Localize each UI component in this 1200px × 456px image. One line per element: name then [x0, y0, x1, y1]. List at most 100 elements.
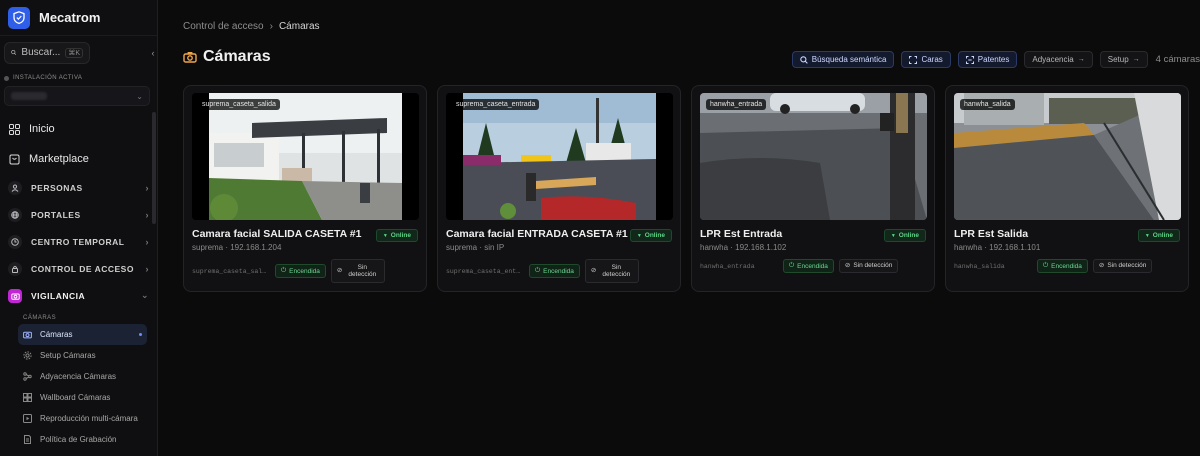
sidebar-item-politica-grabacion[interactable]: Política de Grabación — [18, 429, 147, 450]
sidebar-item-label: Política de Grabación — [40, 435, 117, 444]
camera-id: hanwha_entrada — [700, 262, 755, 270]
detection-toggle[interactable]: ⊘ Sin detección — [330, 259, 386, 283]
setup-label: Setup — [1107, 55, 1129, 64]
play-icon — [23, 414, 32, 423]
sidebar-item-adyacencia[interactable]: Adyacencia Cámaras — [18, 366, 147, 387]
sidebar-item-reproduccion[interactable]: Reproducción multi-cámara — [18, 408, 147, 429]
breadcrumb: Control de acceso › Cámaras — [183, 21, 320, 32]
semantic-search-button[interactable]: Búsqueda semántica — [791, 51, 895, 68]
arrow-right-icon: → — [1132, 56, 1140, 63]
setup-button[interactable]: Setup → — [1099, 51, 1148, 68]
sidebar-item-label: Setup Cámaras — [40, 351, 96, 360]
shield-logo-icon — [8, 6, 30, 29]
detection-toggle[interactable]: ⊘ Sin detección — [1092, 259, 1153, 273]
power-icon: ⏻ — [535, 267, 541, 274]
camera-subtitle: suprema · 192.168.1.204 — [192, 243, 282, 252]
installation-label-row: INSTALACIÓN ACTIVA — [0, 69, 157, 83]
adjacency-button[interactable]: Adyacencia → — [1024, 51, 1093, 68]
camera-card[interactable]: hanwha_entrada LPR Est Entrada hanwha · … — [691, 85, 935, 292]
status-label: Online — [390, 232, 411, 239]
camera-icon — [8, 288, 22, 303]
breadcrumb-parent[interactable]: Control de acceso — [183, 21, 264, 32]
nav-group-personas[interactable]: PERSONAS › — [0, 174, 157, 201]
search-icon — [11, 50, 17, 56]
nav-item-inicio[interactable]: Inicio — [0, 114, 157, 144]
grid-icon — [8, 123, 20, 135]
faces-label: Caras — [921, 55, 943, 64]
status-label: Online — [1152, 232, 1173, 239]
installation-value-redacted — [11, 92, 47, 100]
card-footer: suprema_caseta_sal... ⏻ Encendida ⊘ Sin de… — [192, 259, 418, 283]
camera-preview[interactable]: hanwha_salida — [954, 93, 1181, 220]
search-input[interactable]: Buscar... ⌘K — [4, 41, 90, 64]
card-footer: hanwha_salida ⏻ Encendida ⊘ Sin detección — [954, 259, 1180, 273]
sidebar-item-setup-camaras[interactable]: Setup Cámaras — [18, 345, 147, 366]
camera-subtitle: hanwha · 192.168.1.102 — [700, 243, 787, 252]
card-footer: suprema_caseta_entr... ⏻ Encendida ⊘ Sin d… — [446, 259, 672, 283]
nav-group-label: CONTROL DE ACCESO — [31, 263, 134, 274]
chevron-right-icon: › — [145, 236, 149, 247]
section-label: CÁMARAS — [23, 315, 57, 321]
nav-group-centro-temporal[interactable]: CENTRO TEMPORAL › — [0, 228, 157, 255]
detection-toggle[interactable]: ⊘ Sin detección — [838, 259, 899, 273]
sidebar-scrollbar[interactable] — [152, 112, 156, 224]
power-label: Encendida — [543, 267, 574, 275]
nav-group-label: PERSONAS — [31, 182, 83, 193]
nav-group-vigilancia[interactable]: VIGILANCIA ⌄ — [0, 282, 157, 309]
sidebar-item-label: Wallboard Cámaras — [40, 393, 111, 402]
nav-group-label: CENTRO TEMPORAL — [31, 236, 125, 247]
scan-plate-icon — [965, 55, 974, 64]
power-label: Encendida — [289, 267, 320, 275]
sidebar: Mecatrom Buscar... ⌘K ‹ INSTALACIÓN ACTI… — [0, 0, 158, 456]
users-icon — [8, 180, 22, 195]
camera-tag: suprema_caseta_salida — [198, 99, 280, 110]
sidebar-item-label: Reproducción multi-cámara — [40, 414, 138, 423]
search-icon — [800, 55, 808, 64]
chevron-down-icon: ⌄ — [140, 290, 149, 300]
installation-label: INSTALACIÓN ACTIVA — [13, 75, 83, 81]
search-shortcut: ⌘K — [65, 47, 83, 58]
sidebar-item-wallboard[interactable]: Wallboard Cámaras — [18, 387, 147, 408]
faces-button[interactable]: Caras — [901, 51, 951, 68]
nav-group-control-acceso[interactable]: CONTROL DE ACCESO › — [0, 255, 157, 282]
status-badge: ▼ Online — [375, 229, 418, 242]
page-header: Cámaras — [183, 48, 271, 66]
brand[interactable]: Mecatrom — [0, 0, 157, 36]
power-toggle[interactable]: ⏻ Encendida — [275, 264, 326, 278]
sidebar-item-camaras[interactable]: Cámaras — [18, 324, 147, 345]
toolbar: Búsqueda semántica Caras Patentes Adyace… — [791, 51, 1200, 68]
power-toggle[interactable]: ⏻ Encendida — [1037, 259, 1088, 273]
camera-preview[interactable]: suprema_caseta_entrada — [446, 93, 673, 220]
camera-card[interactable]: suprema_caseta_salida Camara facial SALI… — [183, 85, 427, 292]
camera-preview[interactable]: suprema_caseta_salida — [192, 93, 419, 220]
power-toggle[interactable]: ⏻ Encendida — [529, 264, 580, 278]
power-label: Encendida — [1051, 262, 1082, 270]
breadcrumb-separator: › — [269, 21, 273, 32]
breadcrumb-current: Cámaras — [278, 21, 320, 32]
installation-select[interactable]: ⌄ — [4, 86, 150, 106]
plates-button[interactable]: Patentes — [957, 51, 1018, 68]
globe-icon — [8, 207, 22, 222]
chevron-down-icon: ⌄ — [136, 91, 143, 101]
detection-toggle[interactable]: ⊘ Sin detección — [584, 259, 640, 283]
camera-id: suprema_caseta_sal... — [192, 267, 270, 275]
detection-off-icon: ⊘ — [590, 267, 597, 275]
detection-off-icon: ⊘ — [1098, 262, 1105, 270]
chevron-right-icon: › — [145, 182, 149, 193]
collapse-sidebar-icon[interactable]: ‹ — [147, 47, 157, 59]
camera-tag: hanwha_salida — [960, 99, 1015, 110]
camera-card[interactable]: hanwha_salida LPR Est Salida hanwha · 19… — [945, 85, 1189, 292]
camera-subtitle: suprema · sin IP — [446, 243, 505, 252]
power-toggle[interactable]: ⏻ Encendida — [783, 259, 834, 273]
settings-icon — [23, 351, 32, 360]
nav-group-portales[interactable]: PORTALES › — [0, 201, 157, 228]
detection-off-icon: ⊘ — [336, 267, 343, 275]
active-dot — [139, 333, 142, 336]
sidebar-item-label: Cámaras — [40, 330, 73, 339]
camera-preview[interactable]: hanwha_entrada — [700, 93, 927, 220]
camera-card[interactable]: suprema_caseta_entrada Camara facial ENT… — [437, 85, 681, 292]
chevron-right-icon: › — [145, 209, 149, 220]
card-footer: hanwha_entrada ⏻ Encendida ⊘ Sin detección — [700, 259, 926, 273]
status-label: Online — [898, 232, 919, 239]
nav-item-marketplace[interactable]: Marketplace — [0, 144, 157, 174]
